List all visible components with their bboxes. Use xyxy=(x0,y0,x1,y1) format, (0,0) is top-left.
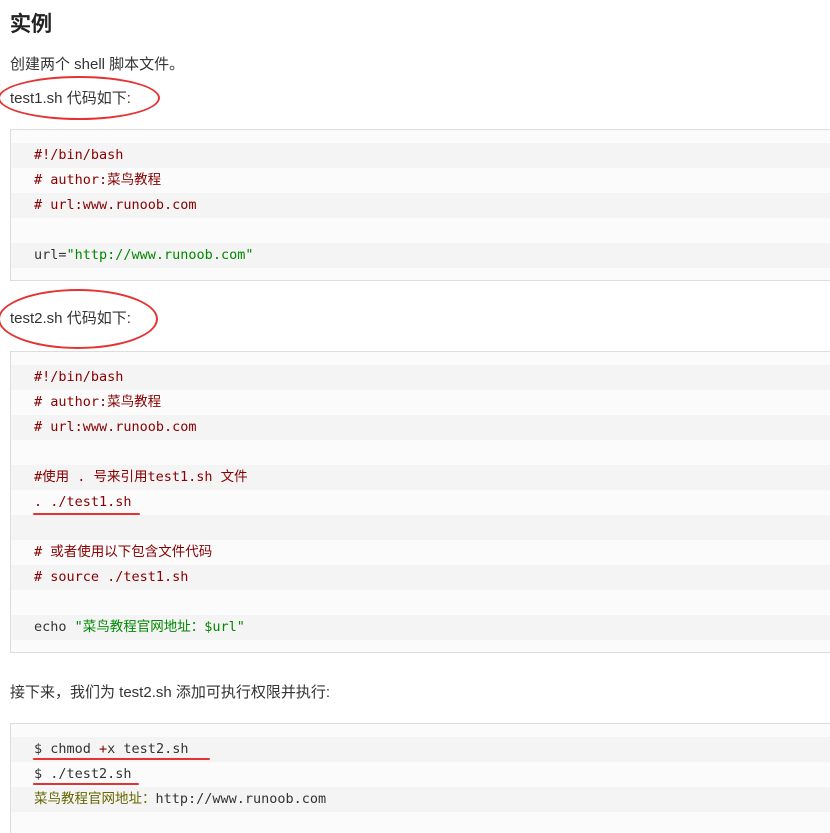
output-url: http://www.runoob.com xyxy=(155,791,327,807)
code-line: . ./test1.sh xyxy=(34,494,132,510)
code-line: # url:www.runoob.com xyxy=(34,419,197,435)
code-line: # author:菜鸟教程 xyxy=(34,172,162,188)
annotation-underline-chmod xyxy=(33,758,210,760)
code-line: # url:www.runoob.com xyxy=(34,197,197,213)
code-line: # author:菜鸟教程 xyxy=(34,394,162,410)
code-block-test1: #!/bin/bash # author:菜鸟教程 # url:www.runo… xyxy=(10,129,830,281)
code-keyword: echo xyxy=(34,619,75,635)
section-heading: 实例 xyxy=(10,13,52,36)
code-block-test2: #!/bin/bash # author:菜鸟教程 # url:www.runo… xyxy=(10,351,830,653)
code-keyword: url= xyxy=(34,247,67,263)
output-text: 菜鸟教程官网地址： xyxy=(34,791,156,807)
command-text: x test2.sh xyxy=(107,741,189,757)
code-string: "http://www.runoob.com" xyxy=(66,247,254,263)
command-operator: + xyxy=(99,741,108,757)
code-line: # 或者使用以下包含文件代码 xyxy=(34,544,213,560)
code-line: #使用 . 号来引用test1.sh 文件 xyxy=(34,469,248,485)
annotation-ellipse-test2 xyxy=(0,289,158,349)
code-line: #!/bin/bash xyxy=(34,147,124,163)
next-step-text: 接下来，我们为 test2.sh 添加可执行权限并执行: xyxy=(10,684,331,701)
code-block-terminal: $ chmod +x test2.sh $ ./test2.sh 菜鸟教程官网地… xyxy=(10,723,830,833)
command-text: $ chmod xyxy=(34,741,100,757)
code-string: "菜鸟教程官网地址：$url" xyxy=(74,619,245,635)
annotation-underline-run xyxy=(33,783,139,785)
command-text: $ ./test2.sh xyxy=(34,766,132,782)
annotation-underline-include xyxy=(33,513,140,515)
code-line: # source ./test1.sh xyxy=(34,569,189,585)
annotation-ellipse-test1 xyxy=(0,76,160,120)
intro-text: 创建两个 shell 脚本文件。 xyxy=(10,56,185,73)
code-line: #!/bin/bash xyxy=(34,369,124,385)
